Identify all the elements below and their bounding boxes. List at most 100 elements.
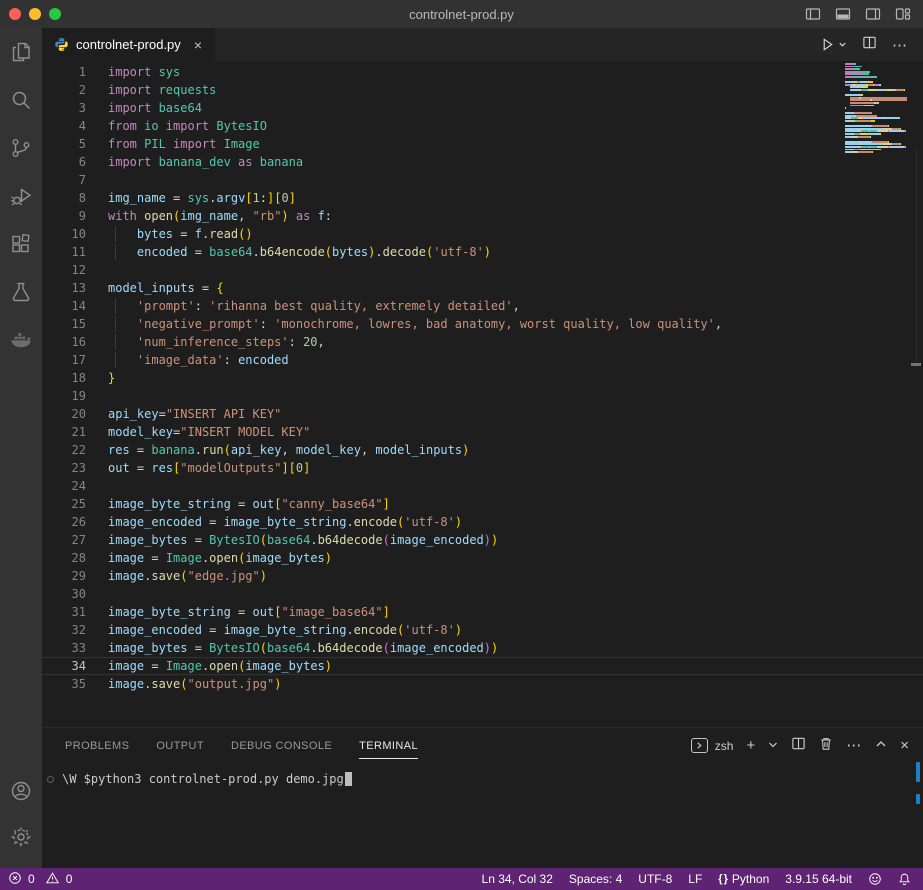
line-number: 34 [42, 658, 108, 674]
terminal[interactable]: \W $python3 controlnet-prod.py demo.jpg [42, 763, 923, 786]
indentation[interactable]: Spaces: 4 [569, 872, 622, 886]
notifications-bell-icon[interactable] [898, 872, 911, 886]
code-line[interactable]: 31image_byte_string = out["image_base64"… [42, 603, 923, 621]
line-number: 9 [42, 207, 108, 225]
accounts-icon[interactable] [0, 768, 42, 814]
split-editor-icon[interactable] [862, 35, 877, 55]
code-line[interactable]: 9with open(img_name, "rb") as f: [42, 207, 923, 225]
panel-more-actions-icon[interactable]: ⋯ [846, 738, 862, 753]
panel-tab-output[interactable]: OUTPUT [156, 736, 204, 756]
warning-count[interactable]: 0 [66, 872, 73, 886]
code-line[interactable]: 16 'num_inference_steps': 20, [42, 333, 923, 351]
status-bar: 0 0 Ln 34, Col 32 Spaces: 4 UTF-8 LF { }… [0, 868, 923, 890]
extensions-icon[interactable] [0, 220, 42, 268]
code-line[interactable]: 23out = res["modelOutputs"][0] [42, 459, 923, 477]
maximize-panel-icon[interactable] [875, 737, 887, 755]
search-icon[interactable] [0, 76, 42, 124]
code-line[interactable]: 10 bytes = f.read() [42, 225, 923, 243]
code-line[interactable]: 35image.save("output.jpg") [42, 675, 923, 693]
error-count[interactable]: 0 [28, 872, 35, 886]
line-number: 13 [42, 279, 108, 297]
kill-terminal-trash-icon[interactable] [819, 736, 833, 756]
code-line[interactable]: 8img_name = sys.argv[1:][0] [42, 189, 923, 207]
code-line[interactable]: 20api_key="INSERT API KEY" [42, 405, 923, 423]
line-number: 16 [42, 333, 108, 351]
run-and-debug-icon[interactable] [0, 172, 42, 220]
code-line[interactable]: 12 [42, 261, 923, 279]
feedback-smiley-icon[interactable] [868, 872, 882, 886]
code-line[interactable]: 14 'prompt': 'rihanna best quality, extr… [42, 297, 923, 315]
code-line[interactable]: 33image_bytes = BytesIO(base64.b64decode… [42, 639, 923, 657]
cursor-position[interactable]: Ln 34, Col 32 [482, 872, 553, 886]
code-line[interactable]: 22res = banana.run(api_key, model_key, m… [42, 441, 923, 459]
code-line[interactable]: 7 [42, 171, 923, 189]
code-line[interactable]: 26image_encoded = image_byte_string.enco… [42, 513, 923, 531]
code-line[interactable]: 24 [42, 477, 923, 495]
source-control-icon[interactable] [0, 124, 42, 172]
code-line[interactable]: 6import banana_dev as banana [42, 153, 923, 171]
code-line[interactable]: 27image_bytes = BytesIO(base64.b64decode… [42, 531, 923, 549]
terminal-dropdown-chevron-icon[interactable] [768, 737, 778, 755]
code-line[interactable]: 32image_encoded = image_byte_string.enco… [42, 621, 923, 639]
terminal-command-line: \W $python3 controlnet-prod.py demo.jpg [62, 772, 344, 786]
line-number: 3 [42, 99, 108, 117]
code-line[interactable]: 30 [42, 585, 923, 603]
code-line[interactable]: 19 [42, 387, 923, 405]
panel-tab-terminal[interactable]: TERMINAL [359, 736, 418, 756]
settings-gear-icon[interactable] [0, 814, 42, 860]
customize-layout-icon[interactable] [895, 6, 911, 22]
code-line[interactable]: 34image = Image.open(image_bytes) [42, 657, 923, 675]
minimap[interactable] [845, 63, 907, 154]
code-line[interactable]: 3import base64 [42, 99, 923, 117]
code-line[interactable]: 5from PIL import Image [42, 135, 923, 153]
tab-controlnet-prod[interactable]: controlnet-prod.py × [42, 28, 215, 61]
command-decoration-icon[interactable] [47, 776, 54, 783]
tab-close-icon[interactable]: × [191, 37, 205, 53]
run-python-file-button[interactable] [820, 37, 847, 52]
close-panel-icon[interactable]: × [900, 738, 909, 753]
code-line[interactable]: 11 encoded = base64.b64encode(bytes).dec… [42, 243, 923, 261]
new-terminal-icon[interactable]: + [746, 738, 755, 753]
code-line[interactable]: 15 'negative_prompt': 'monochrome, lowre… [42, 315, 923, 333]
python-file-icon [54, 37, 69, 52]
code-line[interactable]: 28image = Image.open(image_bytes) [42, 549, 923, 567]
zoom-window-button[interactable] [49, 8, 61, 20]
code-line[interactable]: 18} [42, 369, 923, 387]
errors-icon[interactable] [8, 871, 22, 888]
code-line[interactable]: 25image_byte_string = out["canny_base64"… [42, 495, 923, 513]
explorer-icon[interactable] [0, 28, 42, 76]
code-line[interactable]: 4from io import BytesIO [42, 117, 923, 135]
python-interpreter[interactable]: 3.9.15 64-bit [785, 872, 852, 886]
docker-icon[interactable] [0, 316, 42, 364]
line-number: 4 [42, 117, 108, 135]
code-line[interactable]: 29image.save("edge.jpg") [42, 567, 923, 585]
toggle-secondary-sidebar-icon[interactable] [865, 6, 881, 22]
line-number: 7 [42, 171, 108, 189]
code-line[interactable]: 21model_key="INSERT MODEL KEY" [42, 423, 923, 441]
line-number: 1 [42, 63, 108, 81]
panel-tab-debug-console[interactable]: DEBUG CONSOLE [231, 736, 332, 756]
overview-ruler [916, 150, 917, 368]
close-window-button[interactable] [9, 8, 21, 20]
code-editor[interactable]: 1import sys2import requests3import base6… [42, 61, 923, 727]
code-line[interactable]: 17 'image_data': encoded [42, 351, 923, 369]
toggle-panel-icon[interactable] [835, 6, 851, 22]
testing-icon[interactable] [0, 268, 42, 316]
language-mode[interactable]: { } Python [718, 872, 769, 886]
code-line[interactable]: 2import requests [42, 81, 923, 99]
panel-tab-problems[interactable]: PROBLEMS [65, 736, 129, 756]
editor-more-actions-icon[interactable]: ⋯ [892, 36, 908, 54]
warnings-icon[interactable] [45, 871, 60, 888]
encoding[interactable]: UTF-8 [638, 872, 672, 886]
minimize-window-button[interactable] [29, 8, 41, 20]
shell-label[interactable]: zsh [715, 739, 734, 753]
eol-sequence[interactable]: LF [688, 872, 702, 886]
terminal-cursor [345, 772, 352, 786]
line-number: 10 [42, 225, 108, 243]
split-terminal-icon[interactable] [791, 736, 806, 756]
line-number: 24 [42, 477, 108, 495]
tab-label: controlnet-prod.py [76, 37, 181, 52]
code-line[interactable]: 13model_inputs = { [42, 279, 923, 297]
toggle-primary-sidebar-icon[interactable] [805, 6, 821, 22]
code-line[interactable]: 1import sys [42, 63, 923, 81]
